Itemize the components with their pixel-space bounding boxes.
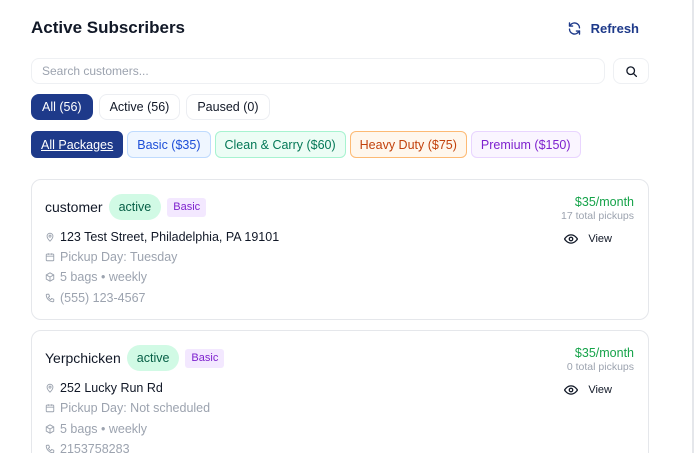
filter-clean-and-carry[interactable]: Clean & Carry ($60) — [214, 131, 346, 158]
bags-text: 5 bags • weekly — [60, 422, 148, 436]
pickup-day-row: Pickup Day: Tuesday — [45, 250, 177, 264]
search-input[interactable] — [31, 58, 605, 84]
address-text: 123 Test Street, Philadelphia, PA 19101 — [60, 230, 280, 244]
tab-active[interactable]: Active (56) — [98, 94, 181, 120]
package-badge: Basic — [185, 348, 225, 368]
refresh-button[interactable]: Refresh — [567, 21, 639, 36]
refresh-icon — [568, 21, 580, 35]
page-title: Active Subscribers — [31, 18, 186, 37]
total-pickups: 17 total pickups — [561, 210, 634, 222]
filter-all-packages[interactable]: All Packages — [31, 131, 124, 158]
map-pin-icon — [46, 383, 54, 393]
search-row — [31, 58, 649, 84]
eye-icon — [564, 234, 579, 244]
calendar-icon — [45, 404, 55, 413]
phone-icon — [45, 444, 55, 453]
pickup-day-row: Pickup Day: Not scheduled — [45, 401, 210, 415]
phone-text: 2153758283 — [60, 442, 130, 453]
total-pickups: 0 total pickups — [566, 361, 634, 373]
view-button[interactable]: View — [564, 233, 612, 245]
status-badge: active — [108, 194, 162, 220]
subscriber-card: Yerpchicken active Basic 252 Lucky Run R… — [31, 330, 649, 453]
view-label: View — [588, 384, 612, 396]
refresh-label: Refresh — [590, 20, 639, 36]
package-badge: Basic — [167, 197, 207, 217]
bags-text: 5 bags • weekly — [60, 270, 148, 284]
phone-icon — [45, 293, 55, 303]
package-filters: All Packages Basic ($35) Clean & Carry (… — [31, 131, 581, 158]
price: $35/month — [574, 346, 634, 360]
view-button[interactable]: View — [564, 384, 612, 396]
address-row: 123 Test Street, Philadelphia, PA 19101 — [45, 230, 279, 244]
phone-row: (555) 123-4567 — [45, 291, 145, 305]
status-badge: active — [126, 345, 180, 371]
pricing: $35/month 0 total pickups — [567, 346, 634, 373]
scrollbar-track[interactable] — [692, 0, 694, 453]
filter-basic[interactable]: Basic ($35) — [127, 131, 211, 158]
customer-name: Yerpchicken — [45, 350, 121, 366]
search-icon — [625, 65, 637, 77]
search-button[interactable] — [613, 58, 649, 84]
price: $35/month — [574, 195, 634, 209]
tab-all[interactable]: All (56) — [31, 94, 93, 120]
pickup-day-text: Pickup Day: Tuesday — [60, 250, 178, 264]
address-row: 252 Lucky Run Rd — [45, 381, 163, 395]
package-icon — [45, 272, 55, 282]
status-tabs: All (56) Active (56) Paused (0) — [31, 94, 270, 120]
pickup-day-text: Pickup Day: Not scheduled — [60, 401, 211, 415]
subscriber-card: customer active Basic 123 Test Street, P… — [31, 179, 649, 320]
map-pin-icon — [46, 232, 54, 242]
phone-text: (555) 123-4567 — [60, 291, 146, 305]
bags-row: 5 bags • weekly — [45, 270, 147, 284]
pricing: $35/month 17 total pickups — [561, 195, 634, 222]
filter-heavy-duty[interactable]: Heavy Duty ($75) — [349, 131, 467, 158]
filter-premium[interactable]: Premium ($150) — [470, 131, 581, 158]
calendar-icon — [45, 253, 55, 262]
customer-name: customer — [45, 199, 103, 215]
package-icon — [45, 424, 55, 434]
eye-icon — [564, 385, 579, 395]
address-text: 252 Lucky Run Rd — [60, 381, 163, 395]
view-label: View — [588, 233, 612, 245]
phone-row: 2153758283 — [45, 442, 130, 453]
bags-row: 5 bags • weekly — [45, 422, 147, 436]
tab-paused[interactable]: Paused (0) — [186, 94, 270, 120]
page-header: Active Subscribers Refresh — [31, 16, 649, 40]
